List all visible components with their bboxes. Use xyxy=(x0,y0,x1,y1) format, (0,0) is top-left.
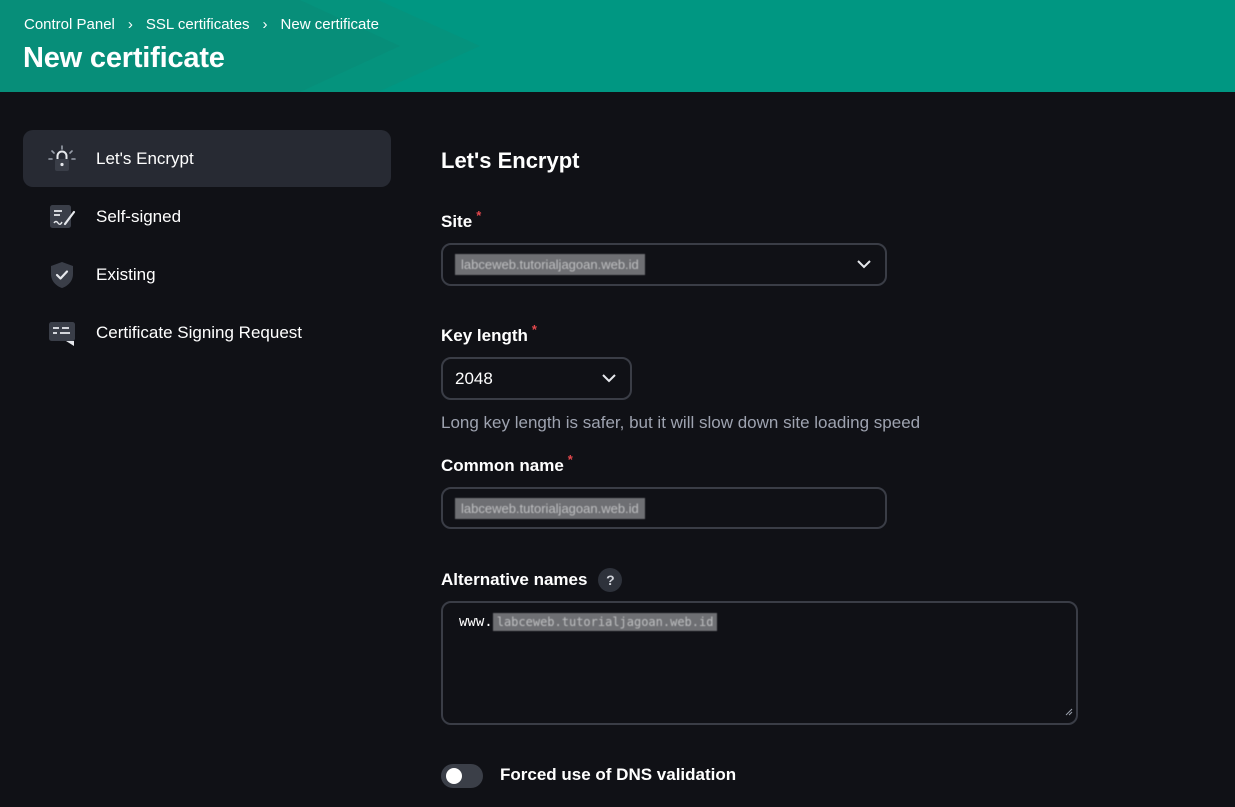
section-title: Let's Encrypt xyxy=(441,148,580,173)
key-length-label-text: Key length xyxy=(441,326,528,345)
alternative-names-label: Alternative names ? xyxy=(441,568,623,592)
common-name-label-text: Common name xyxy=(441,456,564,475)
site-label-text: Site xyxy=(441,212,473,231)
certificate-type-sidebar: Let's Encrypt Self-signed Existing Certi… xyxy=(23,130,391,362)
key-length-hint: Long key length is safer, but it will sl… xyxy=(441,413,921,432)
chevron-down-icon xyxy=(602,370,616,388)
alternative-names-value: labceweb.tutorialjagoan.web.id xyxy=(492,613,718,631)
page-header: Control Panel › SSL certificates › New c… xyxy=(0,0,1235,92)
breadcrumb-separator: › xyxy=(127,16,133,33)
breadcrumb-separator: › xyxy=(262,16,268,33)
dns-validation-toggle[interactable] xyxy=(441,764,483,788)
shield-check-icon xyxy=(47,260,77,290)
key-length-select[interactable]: 2048 xyxy=(441,357,632,400)
alternative-names-prefix: www. xyxy=(459,614,493,630)
sidebar-item-label: Existing xyxy=(96,264,156,284)
help-icon[interactable]: ? xyxy=(598,568,623,592)
sidebar-item-certificate-signing-request[interactable]: Certificate Signing Request xyxy=(23,304,391,361)
key-length-value: 2048 xyxy=(455,368,493,388)
chevron-down-icon xyxy=(857,256,871,274)
breadcrumb-ssl-certificates[interactable]: SSL certificates xyxy=(146,16,250,33)
alternative-names-textarea[interactable]: www. labceweb.tutorialjagoan.web.id xyxy=(441,601,1078,725)
sidebar-item-label: Let's Encrypt xyxy=(96,148,194,168)
dns-validation-label: Forced use of DNS validation xyxy=(500,765,737,784)
lock-icon xyxy=(47,144,77,174)
sidebar-item-label: Certificate Signing Request xyxy=(96,322,303,342)
resize-handle-icon[interactable] xyxy=(1065,704,1073,720)
required-mark: * xyxy=(567,452,573,467)
key-length-label: Key length * xyxy=(441,322,537,346)
common-name-label: Common name * xyxy=(441,452,573,476)
toggle-knob xyxy=(446,768,462,784)
sidebar-item-lets-encrypt[interactable]: Let's Encrypt xyxy=(23,130,391,187)
required-mark: * xyxy=(531,322,537,337)
common-name-value: labceweb.tutorialjagoan.web.id xyxy=(455,497,645,519)
site-value: labceweb.tutorialjagoan.web.id xyxy=(455,254,645,275)
common-name-input[interactable]: labceweb.tutorialjagoan.web.id xyxy=(441,487,887,529)
alternative-names-label-text: Alternative names xyxy=(441,570,588,589)
sidebar-item-self-signed[interactable]: Self-signed xyxy=(23,188,391,245)
sidebar-item-existing[interactable]: Existing xyxy=(23,246,391,303)
site-label: Site * xyxy=(441,208,481,232)
breadcrumb-new-certificate: New certificate xyxy=(280,16,379,33)
sidebar-item-label: Self-signed xyxy=(96,206,182,226)
signed-document-icon xyxy=(47,202,77,232)
site-select[interactable]: labceweb.tutorialjagoan.web.id xyxy=(441,243,887,286)
page-title: New certificate xyxy=(23,42,225,74)
required-mark: * xyxy=(476,208,482,223)
breadcrumb: Control Panel › SSL certificates › New c… xyxy=(24,16,379,33)
request-message-icon xyxy=(47,318,77,348)
breadcrumb-control-panel[interactable]: Control Panel xyxy=(24,16,115,33)
